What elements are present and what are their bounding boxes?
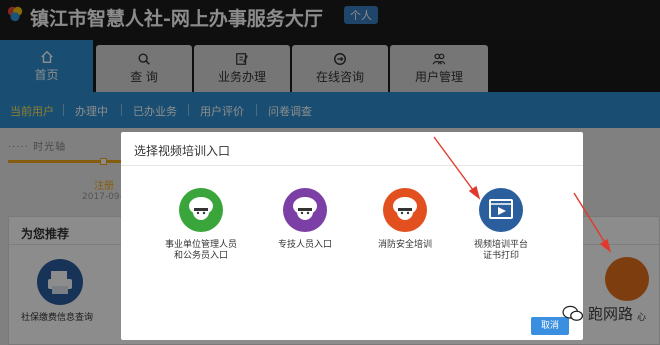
watermark: 跑网路 [562, 303, 633, 327]
annotation-arrow [573, 192, 612, 253]
annotation-arrows [433, 136, 612, 253]
annotation-arrow [433, 136, 481, 200]
wechat-icon [562, 305, 584, 321]
